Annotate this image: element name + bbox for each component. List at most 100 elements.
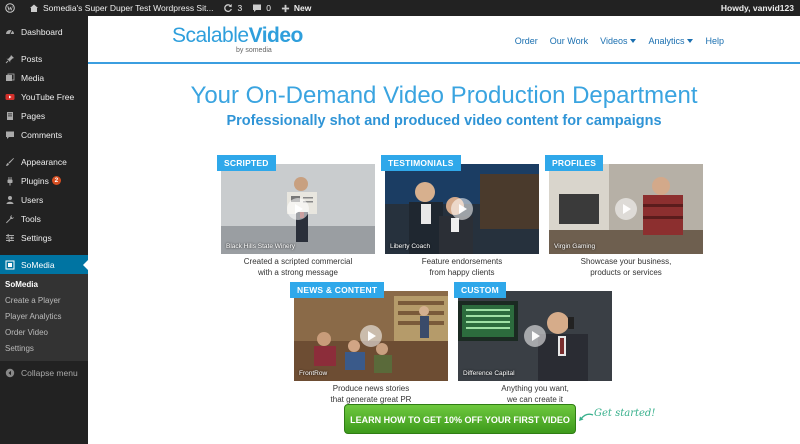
card-description-line: Created a scripted commercial [243,257,353,266]
page-subheadline: Professionally shot and produced video c… [226,113,662,129]
wordpress-logo-icon[interactable]: W [0,0,24,16]
greeting: Howdy, vanvid123 [720,3,794,13]
video-thumbnail[interactable]: Liberty Coach [385,164,539,254]
play-button-icon[interactable] [524,325,546,347]
site-title: Somedia's Super Duper Test Wordpress Sit… [43,3,214,13]
sidebar-item-dashboard[interactable]: Dashboard [0,22,88,41]
video-thumbnail[interactable]: FrontRow [294,291,448,381]
sidebar-item-label: Dashboard [21,26,63,37]
site-name-link[interactable]: Somedia's Super Duper Test Wordpress Sit… [24,0,218,16]
card-description-line: Anything you want, [501,384,569,393]
comments-icon [4,129,16,141]
nav-link-help[interactable]: Help [705,36,724,46]
chevron-down-icon [630,39,637,43]
card-description: Produce news stories that generate great… [294,383,448,405]
card-description-line: products or services [590,268,662,277]
sidebar-item-users[interactable]: Users [0,190,88,209]
nav-link-analytics[interactable]: Analytics [648,36,694,46]
sidebar-item-label: YouTube Free [21,91,75,102]
sidebar-item-label: Tools [21,213,41,224]
submenu-item-order-video[interactable]: Order Video [0,325,88,341]
video-thumbnail[interactable]: Black Hills State Winery [221,164,375,254]
dashboard-icon [4,26,16,38]
refresh-icon [224,4,233,13]
sidebar-item-settings[interactable]: Settings [0,228,88,247]
somedia-icon [4,259,16,271]
sidebar-item-label: Settings [21,232,52,243]
collapse-menu-button[interactable]: Collapse menu [0,363,88,382]
sidebar-item-label: Appearance [21,156,67,167]
card-description: Feature endorsements from happy clients [385,256,539,278]
card-description-line: Feature endorsements [421,257,503,266]
plugins-update-badge: 2 [51,176,61,185]
sidebar-item-label: Comments [21,129,63,140]
new-content-link[interactable]: New [276,0,316,16]
admin-sidebar: Dashboard Posts Media YouTube Free Pages… [0,16,88,444]
video-caption: Liberty Coach [390,243,431,250]
admin-bar: W Somedia's Super Duper Test Wordpress S… [0,0,800,16]
card-description-line: from happy clients [429,268,495,277]
sidebar-item-tools[interactable]: Tools [0,209,88,228]
video-caption: FrontRow [299,370,328,377]
video-thumbnail[interactable]: Difference Capital [458,291,612,381]
submenu-item-settings[interactable]: Settings [0,341,88,357]
category-tag: NEWS & CONTENT [290,282,385,298]
somedia-submenu: SoMedia Create a Player Player Analytics… [0,274,88,361]
nav-link-order[interactable]: Order [515,36,538,46]
settings-icon [4,232,16,244]
sidebar-item-media[interactable]: Media [0,68,88,87]
card-description: Created a scripted commercial with a str… [221,256,375,278]
nav-link-videos[interactable]: Videos [600,36,637,46]
video-caption: Difference Capital [463,370,515,377]
pin-icon [4,53,16,65]
nav-link-label: Analytics [648,36,685,46]
video-thumbnail[interactable]: Virgin Gaming [549,164,703,254]
discount-cta-button[interactable]: LEARN HOW TO GET 10% OFF YOUR FIRST VIDE… [344,404,576,434]
scalable-video-logo[interactable]: ScalableVideo by somedia [172,24,304,54]
play-button-icon[interactable] [360,325,382,347]
plus-icon [281,4,290,12]
sidebar-item-somedia[interactable]: SoMedia [0,255,88,274]
home-icon [30,4,38,12]
sidebar-item-posts[interactable]: Posts [0,49,88,68]
nav-links: Order Our Work Videos Analytics Help [503,36,724,46]
video-caption: Black Hills State Winery [226,243,295,250]
card-description-line: with a strong message [257,268,339,277]
submenu-item-player-analytics[interactable]: Player Analytics [0,309,88,325]
card-description-line: Showcase your business, [580,257,672,266]
page-headline: Your On-Demand Video Production Departme… [190,82,698,109]
updates-link[interactable]: 3 [218,0,247,16]
nav-link-label: Videos [600,36,628,46]
sidebar-item-comments[interactable]: Comments [0,125,88,144]
sidebar-item-label: Pages [21,110,46,121]
category-tag: PROFILES [545,155,604,171]
svg-text:W: W [7,6,13,12]
play-button-icon[interactable] [451,198,473,220]
comments-link[interactable]: 0 [247,0,276,16]
chevron-down-icon [687,39,694,43]
logo-text-bold: Video [248,24,304,47]
submenu-item-somedia[interactable]: SoMedia [0,277,88,293]
sidebar-item-plugins[interactable]: Plugins 2 [0,171,88,190]
get-started-note: Get started! [594,408,656,419]
comment-bubble-icon [253,4,262,12]
logo-text: Scalable [172,24,249,47]
nav-link-our-work[interactable]: Our Work [550,36,588,46]
youtube-icon [4,91,16,103]
card-description: Showcase your business, products or serv… [549,256,703,278]
users-icon [4,194,16,206]
brush-icon [4,156,16,168]
play-button-icon[interactable] [287,198,309,220]
submenu-item-create-player[interactable]: Create a Player [0,293,88,309]
card-description-line: Produce news stories [332,384,410,393]
media-icon [4,72,16,84]
sidebar-item-appearance[interactable]: Appearance [0,152,88,171]
account-menu[interactable]: Howdy, vanvid123 [716,0,800,16]
sidebar-item-youtube-free[interactable]: YouTube Free [0,87,88,106]
plugin-icon [4,175,16,187]
updates-count: 3 [237,3,243,13]
sidebar-item-label: Posts [21,53,43,64]
sidebar-item-label: SoMedia [21,259,55,270]
sidebar-item-pages[interactable]: Pages [0,106,88,125]
play-button-icon[interactable] [615,198,637,220]
